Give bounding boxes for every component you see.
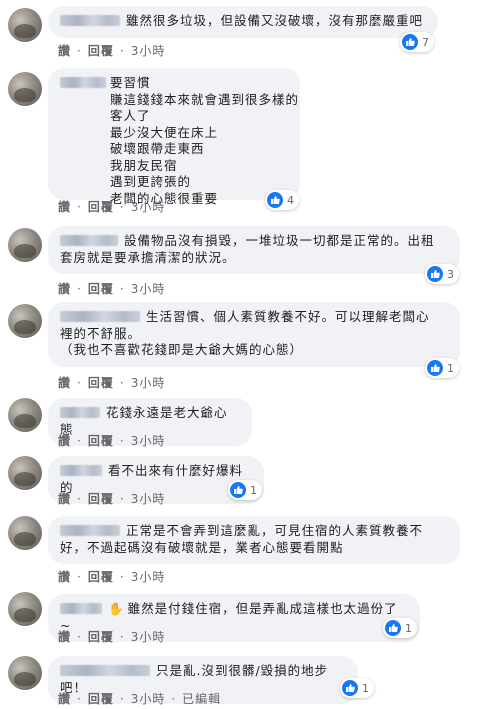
- reaction-count[interactable]: 1: [228, 480, 262, 500]
- comment-text: 雖然很多垃圾，但設備又沒破壞，沒有那麼嚴重吧: [126, 13, 424, 28]
- commenter-name[interactable]: [60, 235, 118, 246]
- comment-actions: 讚 · 回覆 · 3小時: [58, 42, 166, 59]
- reply-button[interactable]: 回覆: [88, 280, 114, 297]
- reaction-count[interactable]: 1: [383, 618, 417, 638]
- commenter-name[interactable]: [60, 665, 150, 676]
- like-button[interactable]: 讚: [58, 628, 71, 645]
- reply-button[interactable]: 回覆: [88, 628, 114, 645]
- like-button[interactable]: 讚: [58, 198, 71, 215]
- edited-label: 已編輯: [182, 692, 222, 706]
- thumbs-up-icon: [342, 680, 358, 696]
- timestamp[interactable]: 3小時: [131, 374, 166, 391]
- commenter-name[interactable]: [60, 407, 100, 418]
- avatar[interactable]: [8, 304, 42, 338]
- comment-actions: 讚 · 回覆 · 3小時: [58, 568, 166, 585]
- thumbs-up-icon: [230, 482, 246, 498]
- reaction-count[interactable]: 4: [265, 190, 299, 210]
- comment-text: 要習慣 賺這錢錢本來就會遇到很多樣的客人了 最少沒大便在床上 破壞跟帶走東西 我…: [110, 75, 300, 206]
- like-count: 4: [287, 193, 294, 207]
- avatar[interactable]: [8, 8, 42, 42]
- avatar[interactable]: [8, 592, 42, 626]
- reply-button[interactable]: 回覆: [88, 568, 114, 585]
- like-button[interactable]: 讚: [58, 690, 71, 707]
- timestamp[interactable]: 3小時: [131, 432, 166, 449]
- like-button[interactable]: 讚: [58, 374, 71, 391]
- thumbs-up-icon: [427, 266, 443, 282]
- thumbs-up-icon: [385, 620, 401, 636]
- reply-button[interactable]: 回覆: [88, 690, 114, 707]
- thumbs-up-icon: [267, 192, 283, 208]
- like-count: 1: [405, 621, 412, 635]
- avatar[interactable]: [8, 72, 42, 106]
- avatar[interactable]: [8, 656, 42, 690]
- timestamp[interactable]: 3小時: [131, 490, 166, 507]
- comment-bubble: 雖然很多垃圾，但設備又沒破壞，沒有那麼嚴重吧: [48, 6, 438, 38]
- commenter-name[interactable]: [60, 77, 106, 88]
- reaction-count[interactable]: 1: [340, 678, 374, 698]
- like-count: 1: [447, 361, 454, 375]
- timestamp[interactable]: 3小時: [131, 690, 166, 707]
- timestamp[interactable]: 3小時: [131, 198, 166, 215]
- timestamp[interactable]: 3小時: [131, 568, 166, 585]
- like-count: 3: [447, 267, 454, 281]
- reply-button[interactable]: 回覆: [88, 198, 114, 215]
- timestamp[interactable]: 3小時: [131, 628, 166, 645]
- reaction-count[interactable]: 1: [425, 358, 459, 378]
- reply-button[interactable]: 回覆: [88, 432, 114, 449]
- commenter-name[interactable]: [60, 311, 140, 322]
- comment-actions: 讚 · 回覆 · 3小時: [58, 280, 166, 297]
- raised-hand-icon: ✋: [108, 601, 124, 616]
- comment-bubble: 要習慣 賺這錢錢本來就會遇到很多樣的客人了 最少沒大便在床上 破壞跟帶走東西 我…: [48, 68, 300, 206]
- commenter-name[interactable]: [60, 525, 120, 536]
- comment-actions: 讚 · 回覆 · 3小時: [58, 490, 166, 507]
- like-button[interactable]: 讚: [58, 568, 71, 585]
- timestamp[interactable]: 3小時: [131, 42, 166, 59]
- comment-bubble: 設備物品沒有損毀，一堆垃圾一切都是正常的。出租 套房就是要承擔清潔的狀況。: [48, 226, 460, 274]
- comment-actions: 讚 · 回覆 · 3小時: [58, 374, 166, 391]
- comment-bubble: 正常是不會弄到這麼亂，可見住宿的人素質教養不 好，不過起碼沒有破壞就是，業者心態…: [48, 516, 460, 564]
- comment-bubble: 生活習慣、個人素質教養不好。可以理解老闆心 裡的不舒服。 （我也不喜歡花錢即是大…: [48, 302, 460, 367]
- reply-button[interactable]: 回覆: [88, 490, 114, 507]
- like-button[interactable]: 讚: [58, 42, 71, 59]
- like-button[interactable]: 讚: [58, 432, 71, 449]
- comment-actions: 讚 · 回覆 · 3小時 · 已編輯: [58, 690, 222, 707]
- comment-actions: 讚 · 回覆 · 3小時: [58, 198, 166, 215]
- commenter-name[interactable]: [60, 603, 102, 614]
- like-count: 1: [250, 483, 257, 497]
- reply-button[interactable]: 回覆: [88, 42, 114, 59]
- thumbs-up-icon: [402, 34, 418, 50]
- avatar[interactable]: [8, 398, 42, 432]
- like-button[interactable]: 讚: [58, 490, 71, 507]
- avatar[interactable]: [8, 228, 42, 262]
- comment-actions: 讚 · 回覆 · 3小時: [58, 628, 166, 645]
- avatar[interactable]: [8, 456, 42, 490]
- reaction-count[interactable]: 7: [400, 32, 434, 52]
- avatar[interactable]: [8, 516, 42, 550]
- reply-button[interactable]: 回覆: [88, 374, 114, 391]
- comment-actions: 讚 · 回覆 · 3小時: [58, 432, 166, 449]
- reaction-count[interactable]: 3: [425, 264, 459, 284]
- like-button[interactable]: 讚: [58, 280, 71, 297]
- timestamp[interactable]: 3小時: [131, 280, 166, 297]
- commenter-name[interactable]: [60, 465, 102, 476]
- thumbs-up-icon: [427, 360, 443, 376]
- like-count: 1: [362, 681, 369, 695]
- like-count: 7: [422, 35, 429, 49]
- commenter-name[interactable]: [60, 15, 120, 26]
